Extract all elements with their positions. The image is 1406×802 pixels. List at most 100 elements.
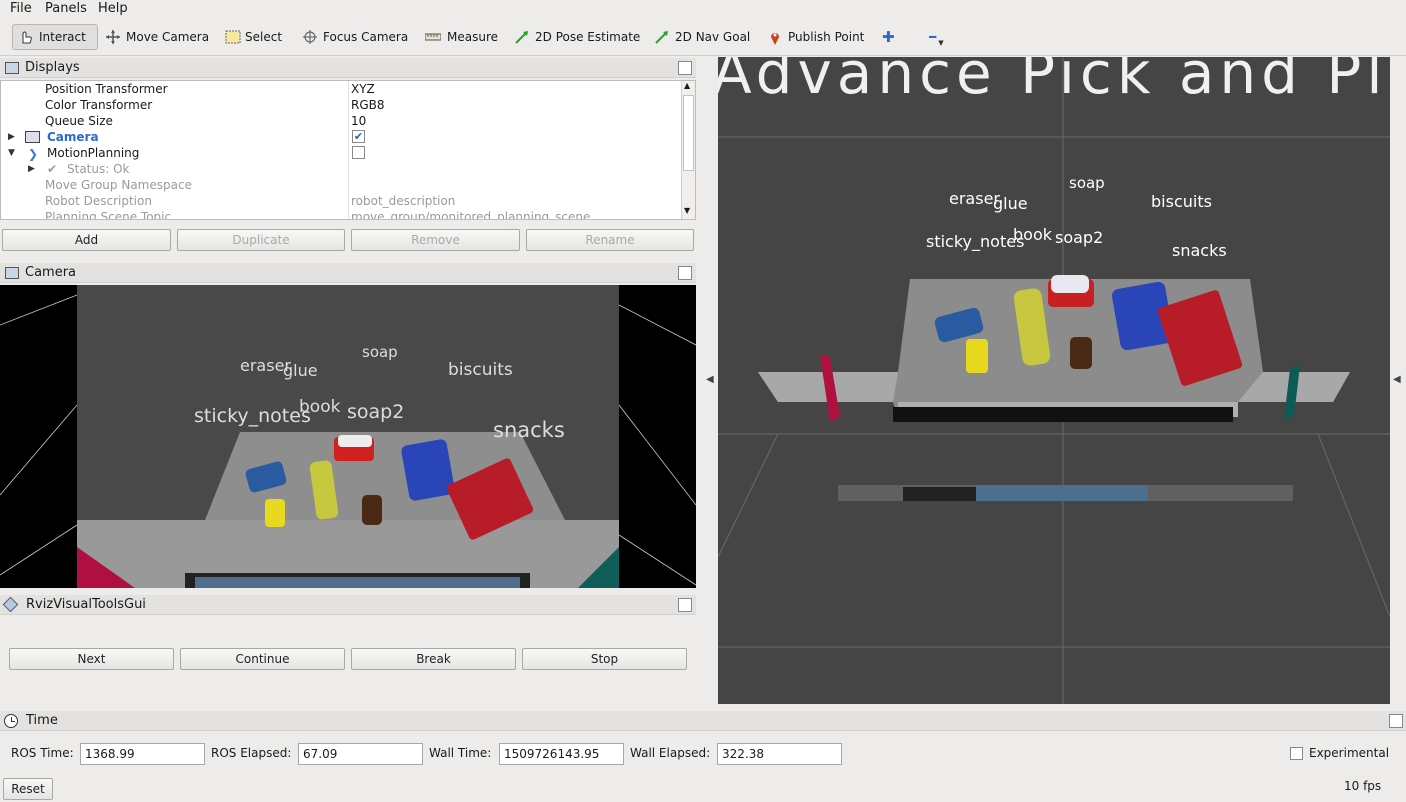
- experimental-label: Experimental: [1309, 746, 1390, 760]
- plus-icon: ✚: [882, 28, 895, 46]
- menu-file[interactable]: File: [10, 1, 32, 16]
- scroll-up-icon[interactable]: ▲: [684, 81, 690, 90]
- property-name: Planning Scene Topic: [45, 210, 172, 220]
- ros-elapsed-field[interactable]: 67.09: [298, 743, 423, 765]
- time-panel-header: Time: [0, 711, 1406, 731]
- continue-button[interactable]: Continue: [180, 648, 345, 670]
- rviz-tools-undock-button[interactable]: [678, 598, 692, 612]
- focus-camera-label: Focus Camera: [323, 30, 409, 44]
- property-value[interactable]: move_group/monitored_planning_scene: [351, 209, 590, 219]
- add-tool-button[interactable]: ✚: [876, 24, 901, 50]
- property-value[interactable]: XYZ: [351, 81, 375, 97]
- rviz-tools-title: RvizVisualToolsGui: [26, 597, 146, 612]
- remove-display-button[interactable]: Remove: [351, 229, 520, 251]
- ruler-icon: [424, 30, 442, 44]
- minus-icon: ━: [929, 30, 937, 44]
- camera-label-soap2: soap2: [347, 401, 405, 423]
- tree-scrollbar[interactable]: ▲ ▼: [681, 81, 695, 219]
- collapse-left-arrow-icon[interactable]: ◀: [706, 374, 714, 385]
- menu-help[interactable]: Help: [98, 1, 128, 16]
- collapse-arrow-icon[interactable]: ▼: [8, 145, 15, 161]
- displays-title: Displays: [25, 60, 80, 75]
- tree-row[interactable]: Color Transformer RGB8: [1, 97, 681, 113]
- pose-estimate-tool[interactable]: 2D Pose Estimate: [509, 24, 646, 50]
- scene-banner-text: Advance Pick and Place: [718, 57, 1390, 107]
- tree-row[interactable]: Move Group Namespace: [1, 177, 681, 193]
- camera-label-snacks: snacks: [493, 418, 565, 442]
- green-arrow-icon: [515, 30, 529, 44]
- scroll-down-icon[interactable]: ▼: [684, 206, 690, 215]
- displays-tree[interactable]: Position Transformer XYZ Color Transform…: [0, 80, 696, 220]
- measure-label: Measure: [447, 30, 498, 44]
- render-3d-view[interactable]: Advance Pick and Place eraser glue soap …: [718, 57, 1390, 704]
- wall-elapsed-label: Wall Elapsed:: [630, 746, 711, 760]
- camera-panel-undock-button[interactable]: [678, 266, 692, 280]
- camera-label-glue: glue: [283, 361, 318, 380]
- move-arrows-icon: [106, 30, 120, 44]
- toolbar: Interact Move Camera Select Focus Camera…: [0, 18, 1406, 56]
- stop-button[interactable]: Stop: [522, 648, 687, 670]
- tree-row[interactable]: Robot Description robot_description: [1, 193, 681, 209]
- duplicate-display-button[interactable]: Duplicate: [177, 229, 345, 251]
- property-name: Color Transformer: [45, 98, 153, 112]
- break-button[interactable]: Break: [351, 648, 516, 670]
- reset-button[interactable]: Reset: [3, 778, 53, 800]
- wall-time-field[interactable]: 1509726143.95: [499, 743, 624, 765]
- menu-bar: File Panels Help: [0, 0, 1406, 18]
- tree-row-status[interactable]: ▶ ✔ Status: Ok: [1, 161, 681, 177]
- next-button[interactable]: Next: [9, 648, 174, 670]
- camera-label-soap: soap: [362, 343, 398, 361]
- property-value[interactable]: RGB8: [351, 97, 385, 113]
- interact-tool[interactable]: Interact: [12, 24, 98, 50]
- wall-elapsed-field[interactable]: 322.38: [717, 743, 842, 765]
- tree-row[interactable]: Queue Size 10: [1, 113, 681, 129]
- scene-label-snacks: snacks: [1172, 241, 1227, 260]
- publish-point-label: Publish Point: [788, 30, 865, 44]
- property-value[interactable]: robot_description: [351, 193, 455, 209]
- camera-enabled-checkbox[interactable]: ✔: [352, 130, 365, 143]
- camera-panel-header: Camera: [0, 263, 696, 283]
- camera-image-view[interactable]: eraser glue soap biscuits sticky_notes b…: [0, 285, 696, 588]
- hand-pointer-icon: [19, 30, 33, 44]
- camera-display-icon: [25, 131, 40, 143]
- camera-display-icon: [5, 266, 19, 279]
- displays-panel-undock-button[interactable]: [678, 61, 692, 75]
- dropdown-arrow-icon: ▼: [938, 39, 944, 47]
- tree-row[interactable]: Position Transformer XYZ: [1, 81, 681, 97]
- menu-panels[interactable]: Panels: [45, 1, 87, 16]
- scene-label-sticky-notes: sticky_notes: [926, 232, 1025, 251]
- tree-row[interactable]: Planning Scene Topic move_group/monitore…: [1, 209, 681, 220]
- add-display-button[interactable]: Add: [2, 229, 171, 251]
- camera-label-sticky-notes: sticky_notes: [194, 405, 311, 427]
- publish-point-tool[interactable]: Publish Point: [762, 24, 870, 50]
- expand-arrow-icon[interactable]: ▶: [8, 129, 15, 145]
- fps-readout: 10 fps: [1344, 779, 1382, 793]
- interact-label: Interact: [39, 30, 86, 44]
- select-tool[interactable]: Select: [219, 24, 288, 50]
- property-value[interactable]: 10: [351, 113, 366, 129]
- diamond-icon: [2, 596, 19, 613]
- motionplanning-enabled-checkbox[interactable]: [352, 146, 365, 159]
- pose-estimate-label: 2D Pose Estimate: [535, 30, 641, 44]
- tree-row-camera[interactable]: ▶ Camera ✔: [1, 129, 681, 145]
- select-label: Select: [245, 30, 283, 44]
- motionplanning-icon: ❯: [28, 147, 39, 161]
- focus-camera-tool[interactable]: Focus Camera: [297, 24, 414, 50]
- measure-tool[interactable]: Measure: [419, 24, 504, 50]
- green-goal-arrow-icon: [655, 30, 669, 44]
- scroll-thumb[interactable]: [683, 95, 694, 171]
- experimental-checkbox[interactable]: [1290, 747, 1303, 760]
- display-name-camera: Camera: [47, 130, 99, 144]
- tree-row-motionplanning[interactable]: ▼ ❯ MotionPlanning: [1, 145, 681, 161]
- move-camera-tool[interactable]: Move Camera: [100, 24, 215, 50]
- expand-arrow-icon[interactable]: ▶: [28, 161, 35, 177]
- camera-panel-title: Camera: [25, 265, 77, 280]
- scene-label-glue: glue: [993, 194, 1028, 213]
- time-panel-undock-button[interactable]: [1389, 714, 1403, 728]
- rename-display-button[interactable]: Rename: [526, 229, 694, 251]
- collapse-right-arrow-icon[interactable]: ◀: [1393, 374, 1401, 385]
- ros-time-field[interactable]: 1368.99: [80, 743, 205, 765]
- remove-tool-button[interactable]: ━ ▼: [923, 24, 950, 50]
- scene-label-soap2: soap2: [1055, 228, 1104, 247]
- nav-goal-tool[interactable]: 2D Nav Goal: [649, 24, 756, 50]
